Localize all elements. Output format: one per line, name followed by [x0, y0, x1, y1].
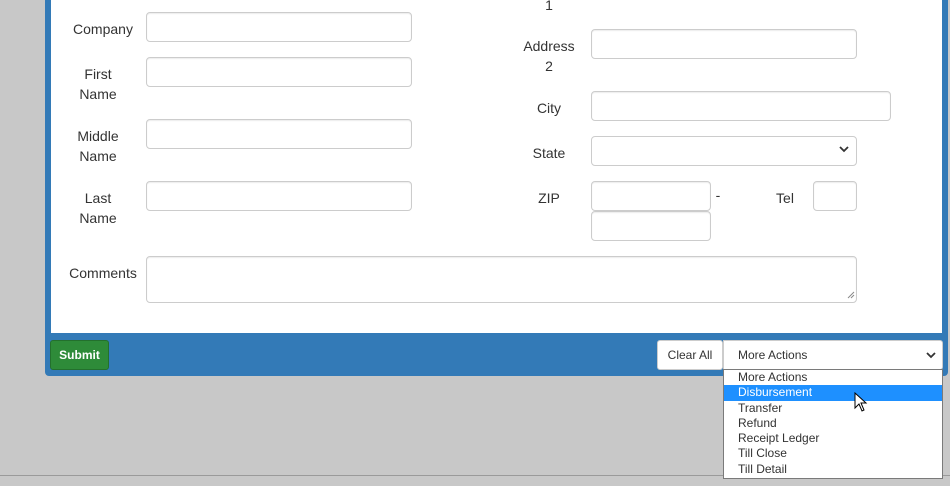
more-actions-dropdown: More Actions Disbursement Transfer Refun… [723, 369, 943, 479]
more-actions-select[interactable]: More Actions [723, 340, 943, 370]
comments-textarea[interactable] [146, 256, 857, 303]
chevron-down-icon [839, 146, 849, 153]
zip-separator: - [715, 187, 721, 203]
tel-label: Tel [776, 190, 794, 206]
dropdown-option-transfer[interactable]: Transfer [724, 401, 942, 416]
resize-grip-icon[interactable] [847, 291, 855, 299]
address2-input[interactable] [591, 29, 857, 59]
customer-form: Company First Name Middle Name Last Name… [50, 0, 943, 334]
zip-label: ZIP [538, 190, 560, 206]
dropdown-option-till-detail[interactable]: Till Detail [724, 462, 942, 477]
chevron-down-icon [926, 352, 936, 359]
first-name-input[interactable] [146, 57, 412, 87]
tel-input[interactable] [813, 181, 857, 211]
state-select[interactable] [591, 136, 857, 166]
comments-label: Comments [69, 265, 137, 281]
last-name-input[interactable] [146, 181, 412, 211]
address1-label-partial: 1 [545, 0, 553, 13]
city-input[interactable] [591, 91, 891, 121]
more-actions-value: More Actions [738, 348, 808, 362]
dropdown-option-receipt-ledger[interactable]: Receipt Ledger [724, 431, 942, 446]
dropdown-option-more-actions[interactable]: More Actions [724, 370, 942, 385]
state-label: State [532, 145, 566, 161]
company-input[interactable] [146, 12, 412, 42]
middle-name-input[interactable] [146, 119, 412, 149]
dropdown-option-disbursement[interactable]: Disbursement [724, 385, 942, 401]
zip-ext-input[interactable] [591, 211, 711, 241]
city-label: City [536, 100, 562, 116]
dropdown-option-till-close[interactable]: Till Close [724, 446, 942, 461]
submit-button[interactable]: Submit [50, 340, 109, 370]
first-name-label: First Name [79, 66, 117, 102]
middle-name-label: Middle Name [77, 128, 119, 164]
mouse-pointer-icon [854, 392, 868, 412]
clear-all-button[interactable]: Clear All [657, 340, 723, 370]
address2-label: Address 2 [523, 38, 575, 74]
dropdown-option-refund[interactable]: Refund [724, 416, 942, 431]
zip-input[interactable] [591, 181, 711, 211]
company-label: Company [73, 21, 133, 37]
form-panel: Company First Name Middle Name Last Name… [45, 0, 948, 376]
last-name-label: Last Name [79, 190, 117, 226]
